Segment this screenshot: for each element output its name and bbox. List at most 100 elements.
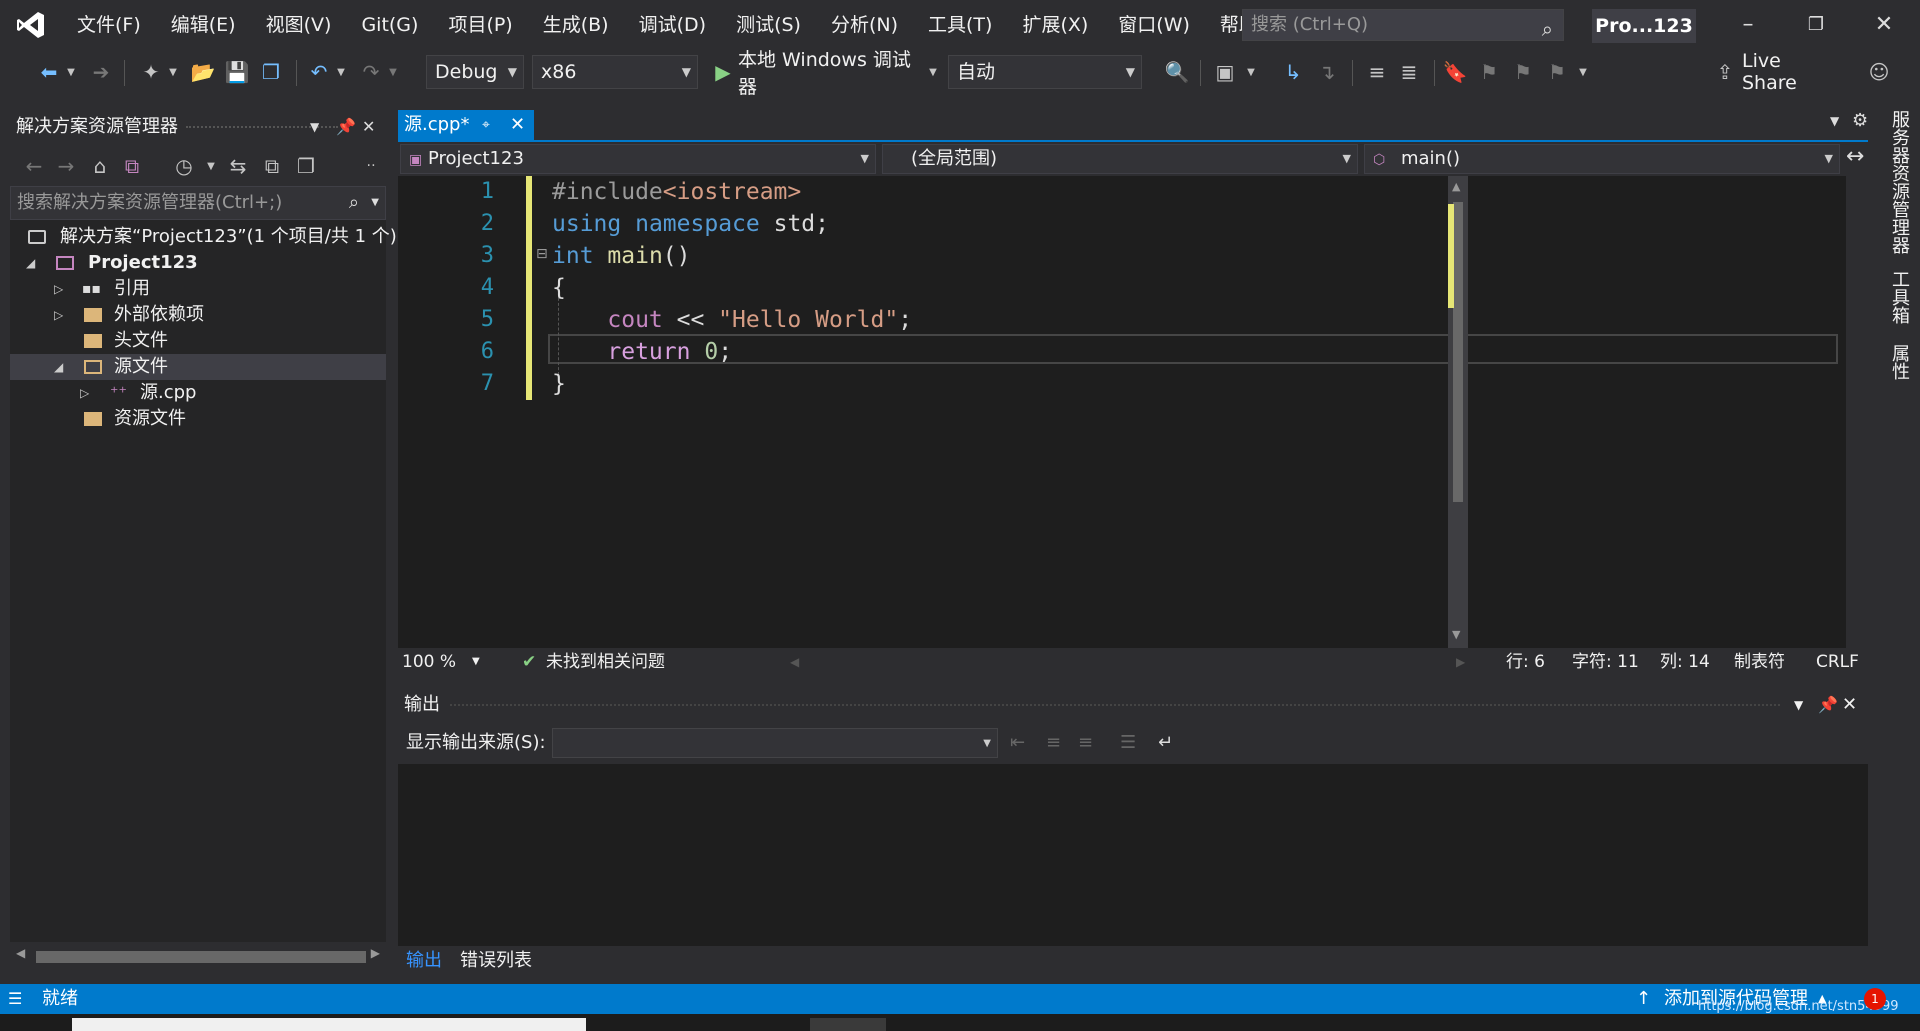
close-icon[interactable]: ✕ bbox=[1854, 0, 1914, 50]
menu-file[interactable]: 文件(F) bbox=[62, 0, 156, 50]
pending-dropdown-icon[interactable]: ▼ bbox=[204, 150, 218, 182]
feedback-icon[interactable]: ☺ bbox=[1864, 56, 1894, 88]
configuration-select[interactable]: Debug ▼ bbox=[426, 55, 524, 89]
tree-node-source-files[interactable]: ◢ 源文件 bbox=[10, 354, 386, 380]
menu-window[interactable]: 窗口(W) bbox=[1103, 0, 1205, 50]
more-icon[interactable]: ‥ bbox=[364, 146, 378, 178]
start-debug-icon[interactable]: ▶ bbox=[710, 56, 736, 88]
bookmark-icon[interactable]: 🔖 bbox=[1440, 56, 1470, 88]
show-all-files-icon[interactable]: ❐ bbox=[294, 150, 318, 182]
back-icon[interactable]: ⬅ bbox=[34, 56, 64, 88]
scroll-right-icon[interactable]: ▶ bbox=[371, 946, 380, 960]
clear-bookmarks-icon[interactable]: ⚑ bbox=[1542, 56, 1572, 88]
horizontal-scrollbar[interactable]: ◀ ▶ bbox=[10, 942, 386, 972]
solution-search-input[interactable]: 搜索解决方案资源管理器(Ctrl+;) ⌕ ▼ bbox=[10, 186, 386, 220]
prev-bookmark-icon[interactable]: ⚑ bbox=[1474, 56, 1504, 88]
tree-node-source-cpp[interactable]: ▷ ⁺⁺ 源.cpp bbox=[10, 380, 386, 406]
undo-dropdown-icon[interactable]: ▼ bbox=[334, 56, 348, 88]
auto-select[interactable]: 自动 ▼ bbox=[948, 55, 1142, 89]
member-nav-select[interactable]: ⬡ main() ▼ bbox=[1364, 144, 1840, 174]
split-editor-icon[interactable]: ↔ bbox=[1846, 144, 1864, 169]
open-folder-icon[interactable]: 📂 bbox=[188, 56, 218, 88]
tree-node-solution[interactable]: 解决方案“Project123”(1 个项目/共 1 个) bbox=[10, 224, 397, 250]
word-wrap-icon[interactable]: ↵ bbox=[1158, 722, 1173, 764]
line-ending[interactable]: CRLF bbox=[1816, 648, 1859, 676]
close-tab-icon[interactable]: ✕ bbox=[510, 110, 525, 140]
tree-node-header-files[interactable]: 头文件 bbox=[10, 328, 386, 354]
next-bookmark-icon[interactable]: ⚑ bbox=[1508, 56, 1538, 88]
home-icon[interactable]: ⌂ bbox=[88, 150, 112, 182]
scroll-up-icon[interactable]: ▲ bbox=[1452, 180, 1460, 193]
tree-node-project[interactable]: ◢ Project123 bbox=[10, 250, 386, 276]
search-input[interactable]: 搜索 (Ctrl+Q) ⌕ bbox=[1242, 9, 1564, 41]
outdent-icon[interactable]: ≡ bbox=[1362, 56, 1392, 88]
step-icon[interactable]: ↳ bbox=[1278, 56, 1308, 88]
collapse-block-icon[interactable]: ⊟ bbox=[536, 246, 548, 262]
scroll-thumb[interactable] bbox=[36, 951, 366, 963]
menu-edit[interactable]: 编辑(E) bbox=[156, 0, 251, 50]
zoom-level[interactable]: 100 % bbox=[402, 648, 456, 676]
scroll-right-icon[interactable]: ▶ bbox=[1456, 648, 1465, 676]
save-all-icon[interactable]: ❐ bbox=[256, 56, 286, 88]
collapsed-arrow-icon[interactable]: ▷ bbox=[54, 302, 63, 328]
search-options-icon[interactable]: ▼ bbox=[371, 187, 379, 219]
clear-all-icon[interactable]: ☰ bbox=[1120, 722, 1136, 764]
menu-project[interactable]: 项目(P) bbox=[433, 0, 527, 50]
sync-icon[interactable]: ⇆ bbox=[226, 150, 250, 182]
issues-status[interactable]: 未找到相关问题 bbox=[546, 648, 665, 676]
switch-views-icon[interactable]: ⧉ bbox=[120, 150, 144, 182]
menu-test[interactable]: 测试(S) bbox=[721, 0, 816, 50]
indent-mode[interactable]: 制表符 bbox=[1734, 648, 1785, 676]
tab-output[interactable]: 输出 bbox=[406, 946, 442, 976]
notification-badge[interactable]: 1 bbox=[1864, 988, 1886, 1010]
redo-icon[interactable]: ↷ bbox=[356, 56, 386, 88]
back-dropdown-icon[interactable]: ▼ bbox=[64, 56, 78, 88]
chevron-down-icon[interactable]: ▼ bbox=[310, 110, 319, 144]
project-nav-select[interactable]: ▣ Project123 ▼ bbox=[400, 144, 876, 174]
tree-node-external-dependencies[interactable]: ▷ 外部依赖项 bbox=[10, 302, 386, 328]
output-source-select[interactable]: ▼ bbox=[552, 728, 998, 758]
scroll-thumb[interactable] bbox=[1453, 202, 1463, 502]
scroll-down-icon[interactable]: ▼ bbox=[1452, 628, 1460, 641]
menu-analyze[interactable]: 分析(N) bbox=[816, 0, 913, 50]
collapsed-arrow-icon[interactable]: ▷ bbox=[54, 276, 63, 302]
debug-target-dropdown-icon[interactable]: ▼ bbox=[926, 56, 940, 88]
pin-icon[interactable]: ⌖ bbox=[482, 110, 490, 140]
prev-message-icon[interactable]: ≡ bbox=[1046, 722, 1061, 764]
output-content[interactable] bbox=[398, 764, 1868, 946]
tree-node-resource-files[interactable]: 资源文件 bbox=[10, 406, 386, 432]
new-project-icon[interactable]: ✦ bbox=[136, 56, 166, 88]
server-explorer-tab[interactable]: 服务器资源管理器 bbox=[1886, 110, 1912, 254]
visual-studio-logo-icon[interactable] bbox=[0, 0, 62, 50]
expanded-arrow-icon[interactable]: ◢ bbox=[26, 250, 35, 276]
platform-select[interactable]: x86 ▼ bbox=[532, 55, 698, 89]
menu-debug[interactable]: 调试(D) bbox=[624, 0, 721, 50]
scroll-left-icon[interactable]: ◀ bbox=[16, 946, 25, 960]
forward-icon[interactable]: ➔ bbox=[86, 56, 116, 88]
save-icon[interactable]: 💾 bbox=[222, 56, 252, 88]
redo-dropdown-icon[interactable]: ▼ bbox=[386, 56, 400, 88]
scroll-left-icon[interactable]: ◀ bbox=[790, 648, 799, 676]
pending-changes-icon[interactable]: ◷ bbox=[172, 150, 196, 182]
menu-git[interactable]: Git(G) bbox=[346, 0, 433, 50]
code-editor[interactable]: 1 2 3 4 5 6 7 ⊟ #include<iostream> using… bbox=[398, 176, 1846, 648]
collapsed-arrow-icon[interactable]: ▷ bbox=[80, 380, 89, 406]
expanded-arrow-icon[interactable]: ◢ bbox=[54, 354, 63, 380]
close-icon[interactable]: ✕ bbox=[1842, 688, 1857, 722]
back-icon[interactable]: ← bbox=[22, 150, 46, 182]
next-message-icon[interactable]: ≡ bbox=[1078, 722, 1093, 764]
collapse-all-icon[interactable]: ⧉ bbox=[260, 150, 284, 182]
taskbar-item[interactable] bbox=[810, 1018, 886, 1031]
restore-icon[interactable]: ❐ bbox=[1786, 0, 1846, 50]
tab-source-cpp[interactable]: 源.cpp* ⌖ ✕ bbox=[398, 110, 534, 140]
project-name-badge[interactable]: Pro...123 bbox=[1592, 9, 1696, 43]
new-dropdown-icon[interactable]: ▼ bbox=[166, 56, 180, 88]
close-icon[interactable]: ✕ bbox=[362, 110, 375, 144]
pin-icon[interactable]: 📌 bbox=[1818, 688, 1838, 722]
start-debug-button[interactable]: 本地 Windows 调试器 bbox=[738, 49, 924, 98]
toolbox-tab[interactable]: 工具箱 bbox=[1886, 270, 1912, 324]
forward-icon[interactable]: → bbox=[54, 150, 78, 182]
scope-nav-select[interactable]: (全局范围) ▼ bbox=[882, 144, 1358, 174]
vertical-scrollbar[interactable]: ▲ ▼ bbox=[1448, 176, 1468, 648]
screenshot-icon[interactable]: ▣ bbox=[1210, 56, 1240, 88]
